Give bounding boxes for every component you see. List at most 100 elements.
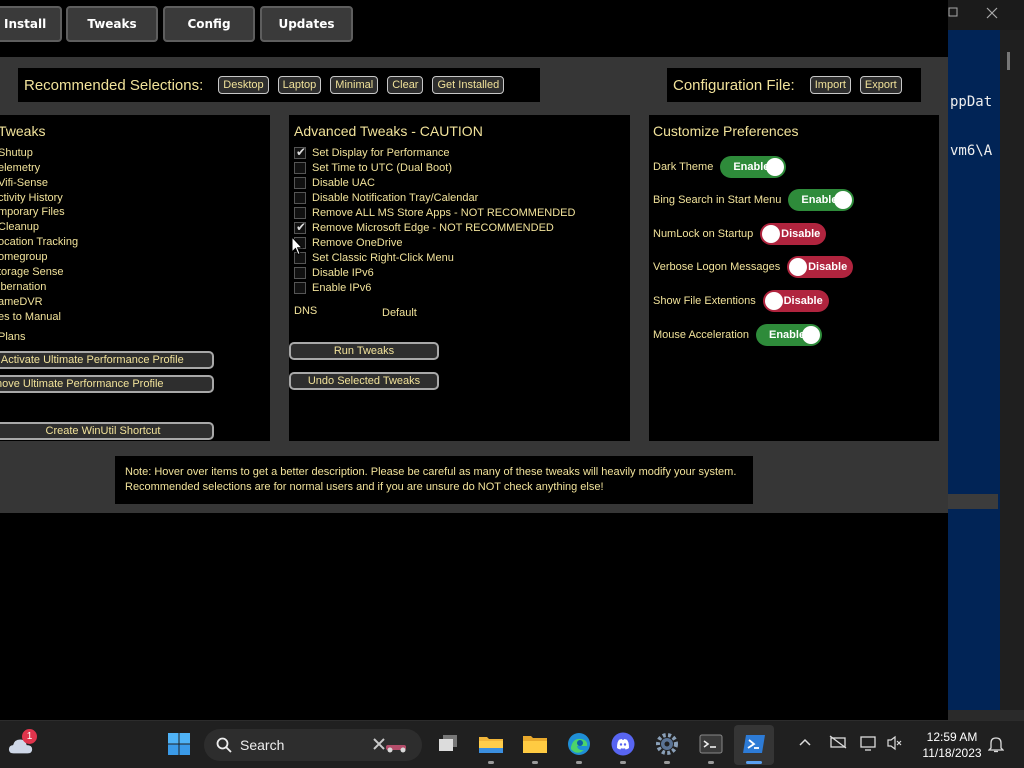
- essential-tweak-item[interactable]: ocation Tracking: [0, 236, 78, 248]
- export-button[interactable]: Export: [859, 76, 902, 94]
- run-tweaks-button[interactable]: Run Tweaks: [289, 342, 439, 360]
- notification-bell-icon[interactable]: [987, 735, 1005, 757]
- desktop-button[interactable]: Desktop: [218, 76, 269, 94]
- preference-toggle[interactable]: Disable: [762, 290, 829, 312]
- taskbar-search[interactable]: Search: [204, 729, 422, 761]
- checkmark-icon: ✔: [296, 220, 307, 234]
- create-winutil-shortcut-button[interactable]: Create WinUtil Shortcut: [0, 422, 214, 440]
- preference-row: Show File Extentions Disable: [653, 290, 829, 312]
- preference-row: Mouse Acceleration Enable: [653, 324, 822, 346]
- preference-label: Verbose Logon Messages: [653, 261, 781, 273]
- preference-label: Dark Theme: [653, 161, 714, 173]
- terminal-content[interactable]: ppDat vm6\A: [948, 30, 1000, 710]
- volume-muted-icon[interactable]: [886, 735, 904, 755]
- task-view-icon[interactable]: [435, 731, 461, 757]
- preference-toggle[interactable]: Enable: [788, 189, 855, 211]
- advanced-tweak-row[interactable]: Disable UAC: [294, 176, 375, 190]
- preference-toggle[interactable]: Enable: [720, 156, 787, 178]
- network-disabled-icon[interactable]: [829, 735, 847, 753]
- settings-icon[interactable]: [654, 731, 680, 757]
- clear-button[interactable]: Clear: [387, 76, 424, 94]
- powershell-icon[interactable]: [741, 731, 767, 757]
- toggle-knob: [762, 225, 781, 243]
- essential-tweak-item[interactable]: omegroup: [0, 251, 48, 263]
- plans-label: Plans: [0, 331, 26, 343]
- essential-tweak-item[interactable]: torage Sense: [0, 266, 63, 278]
- terminal-line: ppDat: [950, 94, 993, 110]
- advanced-tweak-row[interactable]: Enable IPv6: [294, 281, 371, 295]
- dns-label: DNS: [294, 305, 318, 317]
- laptop-button[interactable]: Laptop: [277, 76, 322, 94]
- tab-tweaks[interactable]: Tweaks: [66, 6, 158, 42]
- file-explorer-icon[interactable]: [478, 731, 504, 757]
- maximize-icon[interactable]: [948, 6, 960, 22]
- clock[interactable]: 12:59 AM 11/18/2023: [916, 729, 988, 761]
- tweak-checkbox[interactable]: ✔: [294, 145, 306, 159]
- configuration-file-title: Configuration File:: [673, 76, 795, 94]
- edge-icon[interactable]: [566, 731, 592, 757]
- folder-icon[interactable]: [522, 731, 548, 757]
- tab-install[interactable]: Install: [0, 6, 62, 42]
- preference-toggle[interactable]: Enable: [756, 324, 822, 346]
- import-button[interactable]: Import: [809, 76, 851, 94]
- activate-ultimate-performance-button[interactable]: l Activate Ultimate Performance Profile: [0, 351, 214, 369]
- customize-preferences-title: Customize Preferences: [653, 123, 799, 139]
- essential-tweak-item[interactable]: ctivity History: [0, 192, 63, 204]
- terminal-icon[interactable]: [698, 731, 724, 757]
- preference-toggle[interactable]: Disable: [760, 223, 827, 245]
- tweak-label: Remove OneDrive: [312, 237, 403, 249]
- tweak-checkbox[interactable]: [294, 162, 306, 174]
- remove-ultimate-performance-button[interactable]: nove Ultimate Performance Profile: [0, 375, 214, 393]
- essential-tweak-item[interactable]: ameDVR: [0, 296, 43, 308]
- running-indicator: [576, 761, 582, 764]
- dns-select[interactable]: Default: [382, 307, 417, 319]
- essential-tweak-item[interactable]: es to Manual: [0, 311, 61, 323]
- advanced-tweak-row[interactable]: Remove OneDrive: [294, 236, 402, 250]
- powershell-window: ppDat vm6\A: [948, 0, 1024, 720]
- notification-badge: 1: [22, 729, 37, 744]
- advanced-tweak-row[interactable]: Disable IPv6: [294, 266, 374, 280]
- tweak-checkbox[interactable]: [294, 177, 306, 189]
- essential-tweak-item[interactable]: mporary Files: [0, 206, 65, 218]
- discord-icon[interactable]: [610, 731, 636, 757]
- preference-toggle[interactable]: Disable: [787, 256, 854, 278]
- essential-tweak-item[interactable]: ibernation: [0, 281, 46, 293]
- tweak-checkbox[interactable]: [294, 267, 306, 279]
- undo-selected-tweaks-button[interactable]: Undo Selected Tweaks: [289, 372, 439, 390]
- display-icon[interactable]: [860, 735, 878, 755]
- tweak-checkbox[interactable]: [294, 282, 306, 294]
- tweak-checkbox[interactable]: ✔: [294, 220, 307, 234]
- advanced-tweak-row[interactable]: Set Classic Right-Click Menu: [294, 251, 454, 265]
- advanced-tweak-row[interactable]: ✔ Remove Microsoft Edge - NOT RECOMMENDED: [294, 220, 554, 235]
- essential-tweak-item[interactable]: Cleanup: [0, 221, 39, 233]
- essential-tweak-item[interactable]: Vifi-Sense: [0, 177, 48, 189]
- advanced-tweak-row[interactable]: Set Time to UTC (Dual Boot): [294, 161, 452, 175]
- tweak-checkbox[interactable]: [294, 192, 306, 204]
- minimal-button[interactable]: Minimal: [330, 76, 379, 94]
- terminal-scrollbar[interactable]: [1000, 30, 1024, 710]
- get-installed-button[interactable]: Get Installed: [432, 76, 505, 94]
- tab-updates[interactable]: Updates: [260, 6, 353, 42]
- advanced-tweaks-panel: Advanced Tweaks - CAUTION ✔ Set Display f…: [289, 115, 630, 441]
- preference-label: Bing Search in Start Menu: [653, 194, 782, 206]
- tweak-label: Set Display for Performance: [312, 147, 450, 159]
- close-icon[interactable]: [986, 4, 998, 23]
- advanced-tweak-row[interactable]: ✔ Set Display for Performance: [294, 145, 450, 160]
- essential-tweak-item[interactable]: Shutup: [0, 147, 33, 159]
- tweak-label: Disable IPv6: [312, 267, 374, 279]
- preference-label: NumLock on Startup: [653, 228, 754, 240]
- tab-config[interactable]: Config: [163, 6, 255, 42]
- advanced-tweak-row[interactable]: Remove ALL MS Store Apps - NOT RECOMMEND…: [294, 206, 575, 220]
- essential-tweak-item[interactable]: elemetry: [0, 162, 40, 174]
- active-indicator: [746, 761, 762, 764]
- scrollbar-thumb[interactable]: [1007, 52, 1010, 70]
- running-indicator: [664, 761, 670, 764]
- toggle-state-label: Disable: [783, 295, 823, 307]
- tweak-checkbox[interactable]: [294, 207, 306, 219]
- advanced-tweak-row[interactable]: Disable Notification Tray/Calendar: [294, 191, 478, 205]
- toggle-knob: [834, 191, 853, 209]
- start-icon[interactable]: [166, 731, 192, 757]
- terminal-selection: [948, 494, 998, 509]
- chevron-up-icon[interactable]: [798, 735, 812, 751]
- tweak-label: Disable Notification Tray/Calendar: [312, 192, 479, 204]
